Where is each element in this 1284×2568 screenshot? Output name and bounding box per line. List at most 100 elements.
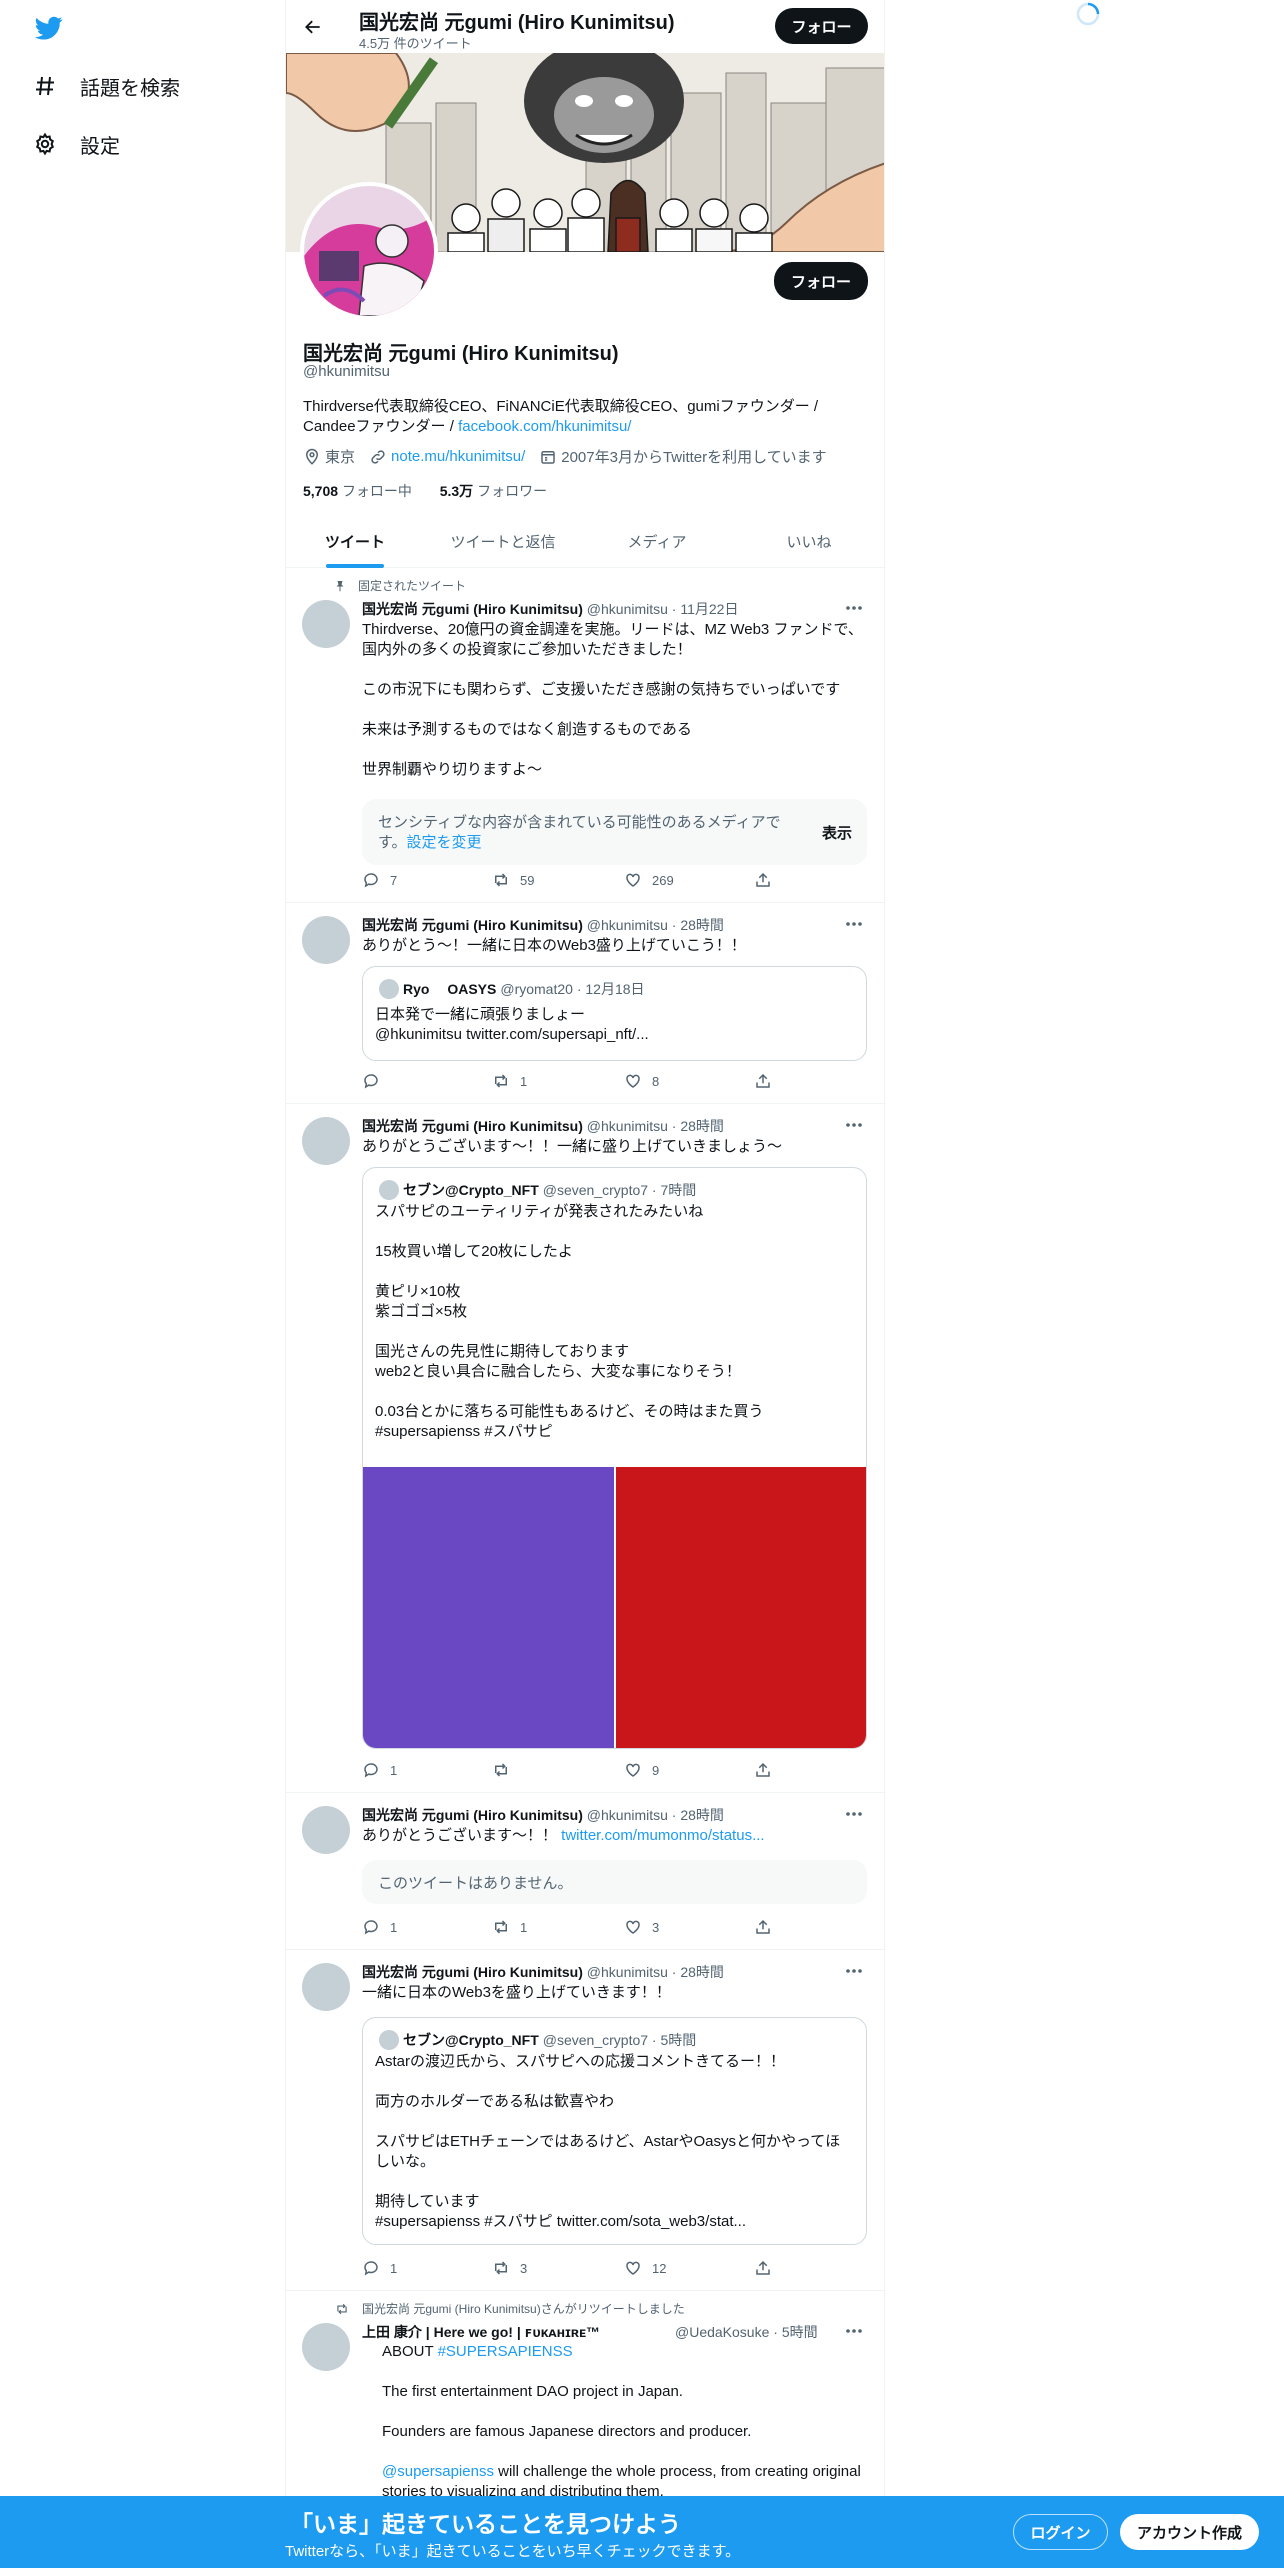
quote-avatar	[379, 1180, 399, 1200]
tweet-actions: 1 1 3	[362, 1918, 782, 1938]
nav-explore[interactable]: 話題を検索	[32, 66, 180, 106]
profile-avatar[interactable]	[300, 182, 438, 320]
share-button[interactable]	[754, 1072, 782, 1090]
like-button[interactable]: 9	[624, 1761, 659, 1779]
media-image-right[interactable]	[616, 1467, 866, 1748]
login-button[interactable]: ログイン	[1013, 2514, 1108, 2550]
reply-button[interactable]: 7	[362, 871, 397, 889]
reply-icon	[364, 1920, 378, 1935]
tweet-text: ありがとう〜！一緒に日本のWeb3盛り上げていこう！！	[362, 937, 746, 954]
quote-media[interactable]	[363, 1467, 866, 1748]
gear-icon	[32, 131, 58, 157]
more-options-icon[interactable]	[844, 602, 864, 614]
sensitive-media-notice: センシティブな内容が含まれている可能性のあるメディアです。設定を変更 表示	[362, 799, 867, 865]
retweet-button[interactable]: 3	[492, 2259, 527, 2277]
bio-link[interactable]: facebook.com/hkunimitsu/	[458, 418, 631, 435]
tweet-item[interactable]: 国光宏尚 元gumi (Hiro Kunimitsu) @hkunimitsu …	[286, 904, 884, 1104]
quoted-tweet[interactable]: セブン@Crypto_NFT @seven_crypto7 · 7時間 スパサピの…	[362, 1167, 867, 1749]
retweet-icon	[495, 873, 507, 887]
tweet-header: 国光宏尚 元gumi (Hiro Kunimitsu) @hkunimitsu …	[362, 1964, 724, 1980]
twitter-logo-icon[interactable]	[33, 14, 65, 42]
hashtag-link[interactable]: #SUPERSAPIENSS	[438, 2343, 573, 2360]
like-button[interactable]: 269	[624, 871, 674, 889]
reply-icon	[364, 873, 378, 888]
quote-header: セブン@Crypto_NFT @seven_crypto7 · 7時間	[375, 1180, 696, 1200]
heart-icon	[626, 1074, 640, 1088]
like-button[interactable]: 8	[624, 1072, 659, 1090]
profile-handle: @hkunimitsu	[303, 363, 390, 380]
tweet-header: 国光宏尚 元gumi (Hiro Kunimitsu) @hkunimitsu …	[362, 917, 724, 933]
tweet-actions: 1 3 12	[362, 2259, 782, 2279]
tweet-author-avatar[interactable]	[302, 2323, 350, 2371]
website-link[interactable]: note.mu/hkunimitsu/	[391, 448, 525, 465]
calendar-icon	[541, 450, 555, 464]
heart-icon	[626, 1920, 640, 1934]
reply-button[interactable]: 1	[362, 1761, 397, 1779]
share-icon	[756, 1762, 770, 1777]
retweeted-by-label: 国光宏尚 元gumi (Hiro Kunimitsu)さんがリツイートしました	[334, 2300, 685, 2317]
profile-bio: Thirdverse代表取締役CEO、FiNANCiE代表取締役CEO、gumi…	[303, 397, 863, 437]
tweet-item[interactable]: 国光宏尚 元gumi (Hiro Kunimitsu) @hkunimitsu …	[286, 1794, 884, 1950]
tab-tweets[interactable]: ツイート	[286, 515, 424, 568]
show-media-button[interactable]: 表示	[822, 822, 852, 843]
text-line-2: The first entertainment DAO project in J…	[382, 2383, 683, 2400]
reply-button[interactable]	[362, 1072, 390, 1090]
followers-link[interactable]: 5.3万 フォロワー	[440, 483, 547, 499]
share-icon	[756, 872, 770, 887]
share-button[interactable]	[754, 2259, 782, 2277]
loading-spinner-icon	[1075, 1, 1101, 27]
back-arrow-icon[interactable]	[300, 14, 326, 40]
retweet-icon	[495, 1074, 507, 1088]
reply-button[interactable]: 1	[362, 1918, 397, 1936]
tab-media[interactable]: メディア	[582, 515, 732, 568]
tweet-author-avatar[interactable]	[302, 1117, 350, 1165]
tab-tweets-replies[interactable]: ツイートと返信	[424, 515, 582, 568]
tab-likes[interactable]: いいね	[732, 515, 884, 568]
share-button[interactable]	[754, 1761, 782, 1779]
more-options-icon[interactable]	[844, 1808, 864, 1820]
reply-button[interactable]: 1	[362, 2259, 397, 2277]
tweet-text: 一緒に日本のWeb3を盛り上げていきます！！	[362, 1984, 671, 2001]
text-line-3: Founders are famous Japanese directors a…	[382, 2423, 752, 2440]
quoted-tweet[interactable]: Ryo OASYS @ryomat20 · 12月18日 日本発で一緒に頑張りまし…	[362, 966, 867, 1061]
share-button[interactable]	[754, 1918, 782, 1936]
share-button[interactable]	[754, 871, 782, 889]
tweet-author-avatar[interactable]	[302, 1963, 350, 2011]
retweet-button[interactable]	[492, 1761, 520, 1779]
following-link[interactable]: 5,708 フォロー中	[303, 483, 412, 499]
quote-avatar	[379, 2030, 399, 2050]
retweet-button[interactable]: 59	[492, 871, 534, 889]
tweet-item[interactable]: 国光宏尚 元gumi (Hiro Kunimitsu) @hkunimitsu …	[286, 1951, 884, 2291]
media-image-left[interactable]	[363, 1467, 614, 1748]
header-follow-button[interactable]: フォロー	[775, 8, 868, 44]
signup-banner-title: 「いま」起きていることを見つけよう	[290, 2511, 681, 2537]
follow-button[interactable]: フォロー	[774, 262, 868, 300]
nav-settings-label: 設定	[80, 135, 120, 158]
like-button[interactable]: 3	[624, 1918, 659, 1936]
more-options-icon[interactable]	[844, 1119, 864, 1131]
tweet-author-avatar[interactable]	[302, 916, 350, 964]
tweet-link[interactable]: twitter.com/mumonmo/status...	[561, 1827, 764, 1844]
tweet-author-avatar[interactable]	[302, 1806, 350, 1854]
tweet-item[interactable]: 国光宏尚 元gumi (Hiro Kunimitsu) @hkunimitsu …	[286, 1105, 884, 1793]
more-options-icon[interactable]	[844, 2325, 864, 2337]
reply-icon	[364, 1763, 378, 1778]
tweet-author-avatar[interactable]	[302, 600, 350, 648]
quoted-tweet[interactable]: セブン@Crypto_NFT @seven_crypto7 · 5時間 Astar…	[362, 2017, 867, 2245]
retweet-icon	[495, 2261, 507, 2275]
link-icon	[371, 449, 385, 464]
tweet-text: ありがとうございます〜！！ twitter.com/mumonmo/status…	[362, 1827, 765, 1844]
mention-link[interactable]: @supersapienss	[382, 2463, 494, 2480]
retweet-button[interactable]: 1	[492, 1072, 527, 1090]
nav-settings[interactable]: 設定	[32, 124, 120, 164]
more-options-icon[interactable]	[844, 918, 864, 930]
tweet-item[interactable]: 固定されたツイート 国光宏尚 元gumi (Hiro Kunimitsu) @h…	[286, 569, 884, 903]
signup-button[interactable]: アカウント作成	[1120, 2514, 1259, 2550]
retweet-button[interactable]: 1	[492, 1918, 527, 1936]
more-options-icon[interactable]	[844, 1965, 864, 1977]
like-button[interactable]: 12	[624, 2259, 666, 2277]
joined-item: 2007年3月からTwitterを利用しています	[539, 446, 827, 467]
profile-header-bar: 国光宏尚 元gumi (Hiro Kunimitsu) 4.5万 件のツイート …	[286, 0, 884, 53]
retweet-icon	[495, 1920, 507, 1934]
change-settings-link[interactable]: 設定を変更	[407, 834, 482, 851]
